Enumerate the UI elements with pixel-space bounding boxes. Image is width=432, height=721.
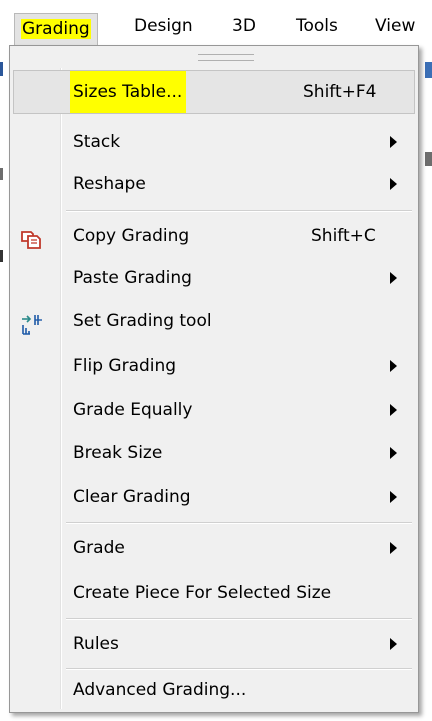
menu-item-sizes-table[interactable]: Sizes Table... Shift+F4: [13, 70, 415, 114]
grading-tool-icon: [19, 309, 45, 335]
menu-item-stack[interactable]: Stack: [13, 120, 415, 164]
background-app-fragment: [425, 152, 432, 166]
menu-item-label: Rules: [73, 634, 119, 654]
menu-item-label: Grade Equally: [73, 400, 193, 420]
submenu-arrow-icon: [390, 542, 397, 554]
menu-item-shortcut: Shift+F4: [303, 82, 377, 102]
submenu-arrow-icon: [390, 178, 397, 190]
menu-item-copy-grading[interactable]: Copy Grading Shift+C: [13, 214, 415, 258]
submenu-arrow-icon: [390, 272, 397, 284]
menu-separator: [66, 522, 412, 524]
menu-item-label: Create Piece For Selected Size: [73, 583, 332, 603]
menu-view[interactable]: View: [375, 10, 415, 42]
menu-item-label: Grade: [73, 538, 125, 558]
background-app-fragment: [0, 168, 3, 180]
menu-item-rules[interactable]: Rules: [13, 622, 415, 666]
grading-dropdown-menu: Sizes Table... Shift+F4 Stack Reshape Co…: [9, 45, 419, 713]
menu-item-flip-grading[interactable]: Flip Grading: [13, 344, 415, 388]
menu-item-label: Advanced Grading...: [73, 680, 247, 700]
menu-grading-label: Grading: [21, 19, 91, 39]
menu-item-label: Reshape: [73, 174, 146, 194]
background-app-fragment: [425, 62, 432, 78]
background-app-fragment: [0, 250, 3, 262]
menu-item-shortcut: Shift+C: [311, 226, 376, 246]
menu-item-reshape[interactable]: Reshape: [13, 162, 415, 206]
menu-grip-handle[interactable]: [198, 54, 254, 61]
submenu-arrow-icon: [390, 136, 397, 148]
app-window: Grading Design 3D Tools View Sizes Table…: [0, 0, 432, 721]
menu-item-label: Copy Grading: [73, 226, 190, 246]
menu-item-label: Sizes Table...: [70, 71, 187, 113]
menu-item-grade[interactable]: Grade: [13, 526, 415, 570]
submenu-arrow-icon: [390, 638, 397, 650]
submenu-arrow-icon: [390, 447, 397, 459]
menu-separator: [66, 618, 412, 620]
copy-grading-icon: [19, 224, 45, 249]
menu-item-clear-grading[interactable]: Clear Grading: [13, 475, 415, 519]
menu-separator: [66, 210, 412, 212]
submenu-arrow-icon: [390, 491, 397, 503]
menu-item-label: Break Size: [73, 443, 163, 463]
menu-item-label: Set Grading tool: [73, 311, 212, 331]
menu-item-create-piece-for-selected-size[interactable]: Create Piece For Selected Size: [13, 571, 415, 615]
menu-item-grade-equally[interactable]: Grade Equally: [13, 388, 415, 432]
menu-3d[interactable]: 3D: [232, 10, 256, 42]
menu-item-label: Paste Grading: [73, 268, 192, 288]
menu-design[interactable]: Design: [134, 10, 193, 42]
menu-item-set-grading-tool[interactable]: Set Grading tool: [13, 299, 415, 343]
submenu-arrow-icon: [390, 404, 397, 416]
menu-item-label: Stack: [73, 132, 121, 152]
menu-item-paste-grading[interactable]: Paste Grading: [13, 256, 415, 300]
menu-grading[interactable]: Grading: [14, 13, 98, 45]
menu-tools[interactable]: Tools: [296, 10, 338, 42]
submenu-arrow-icon: [390, 360, 397, 372]
menu-bar: Grading Design 3D Tools View: [0, 0, 432, 48]
menu-item-label: Flip Grading: [73, 356, 177, 376]
menu-item-break-size[interactable]: Break Size: [13, 431, 415, 475]
background-app-fragment: [0, 62, 3, 76]
menu-item-advanced-grading[interactable]: Advanced Grading...: [13, 668, 415, 712]
menu-item-label: Clear Grading: [73, 487, 191, 507]
